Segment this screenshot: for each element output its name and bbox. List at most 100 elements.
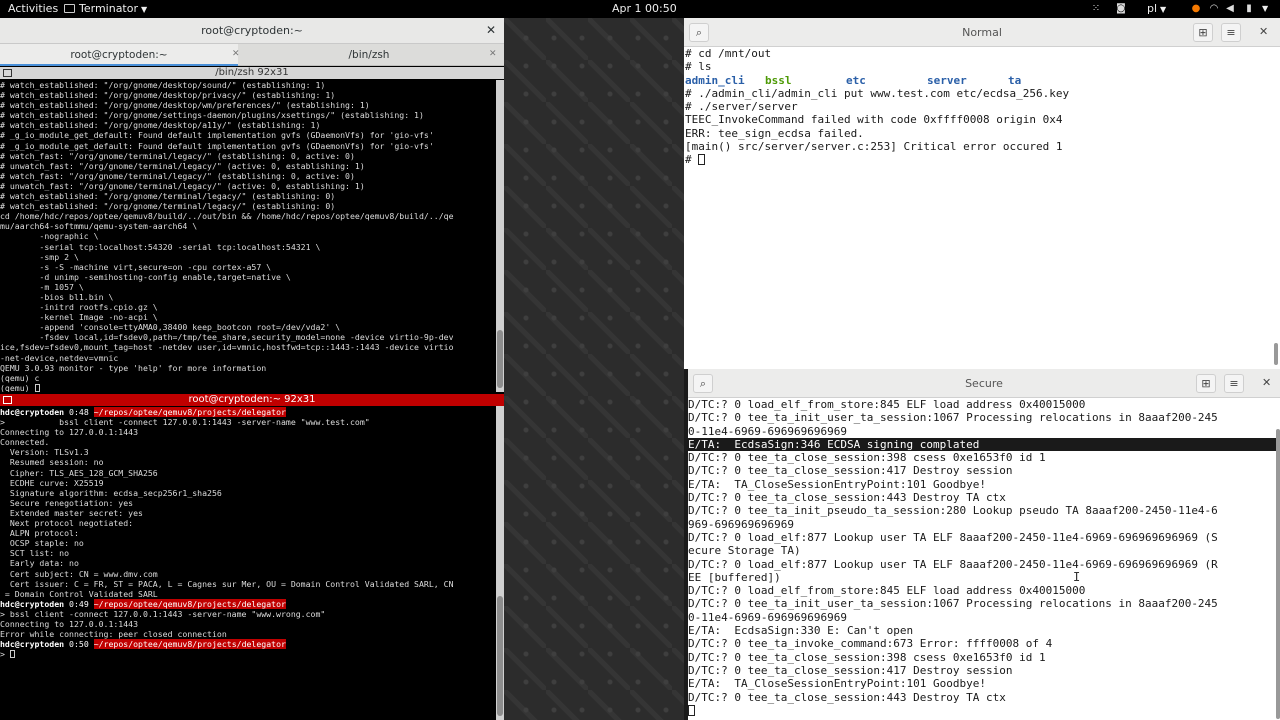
hamburger-menu-icon[interactable]: ≡	[1221, 23, 1241, 42]
terminal-line: Connected.	[0, 437, 50, 448]
window-header[interactable]: ⌕ Normal ⊞ ≡ ✕	[684, 18, 1280, 47]
terminal-pane-qemu[interactable]: # watch_established: "/org/gnome/desktop…	[0, 80, 496, 392]
prompt-symbol: #	[685, 153, 699, 167]
terminal-line: # watch_established: "/org/gnome/termina…	[0, 201, 336, 212]
terminal-line: # unwatch_fast: "/org/gnome/terminal/leg…	[0, 160, 365, 171]
terminal-line: Secure renegotiation: yes	[0, 497, 134, 508]
terminal-line: QEMU 3.0.93 monitor - type 'help' for mo…	[0, 362, 267, 373]
prompt-path: ~/repos/optee/qemuv8/projects/delegator	[93, 598, 286, 609]
keyboard-layout-indicator[interactable]: pl ▼	[1147, 2, 1166, 15]
terminal-line: mu/aarch64-softmmu/qemu-system-aarch64 \	[0, 221, 198, 232]
terminal-line: # ./server/server	[685, 100, 798, 114]
terminal-line: Cert issuer: C = FR, ST = PACA, L = Cagn…	[0, 578, 454, 589]
chevron-down-icon: ▼	[1160, 5, 1167, 14]
clock[interactable]: Apr 1 00:50	[612, 2, 677, 15]
terminal-line: [main() src/server/server.c:253] Critica…	[685, 140, 1063, 154]
log-line: D/TC:? 0 tee_ta_init_pseudo_ta_session:2…	[688, 504, 1218, 518]
terminal-line: Next protocol negotiated:	[0, 518, 134, 529]
terminal-line: Signature algorithm: ecdsa_secp256r1_sha…	[0, 487, 222, 498]
scrollbar-thumb[interactable]	[497, 330, 503, 388]
top-bar: Activities Terminator ▼ Apr 1 00:50 ⁙ ◙ p…	[0, 0, 1280, 18]
terminal-line: -initrd rootfs.cpio.gz \	[0, 302, 158, 313]
volume-icon[interactable]: ◀	[1224, 3, 1236, 15]
terminal-line: -net-device,netdev=vmnic	[0, 352, 119, 363]
tab-bar: root@cryptoden:~ ✕ /bin/zsh ✕	[0, 44, 504, 66]
ls-item: ta	[1008, 73, 1022, 87]
log-line: E/TA: EcdsaSign:330 E: Can't open	[688, 624, 914, 638]
terminal-output[interactable]: # cd /mnt/out # ls admin_cli bssl etc serve…	[684, 47, 1274, 367]
activities-button[interactable]: Activities	[8, 2, 58, 15]
terminal-output[interactable]: D/TC:? 0 load_elf_from_store:845 ELF loa…	[688, 398, 1276, 720]
pane-header-active[interactable]: root@cryptoden:~ 92x31	[0, 394, 504, 406]
terminal-line: (qemu)	[0, 383, 496, 392]
log-line: 969-696969696969	[688, 517, 794, 531]
ls-output: admin_cli bssl etc server ta	[685, 74, 1274, 87]
close-icon[interactable]: ✕	[1262, 376, 1271, 389]
terminal-line: -fsdev local,id=fsdev0,path=/tmp/tee_sha…	[0, 332, 454, 343]
tab-label: /bin/zsh	[348, 49, 390, 61]
tab-zsh[interactable]: /bin/zsh	[244, 44, 494, 66]
terminal-line: ALPN protocol:	[0, 528, 79, 539]
window-titlebar[interactable]: root@cryptoden:~ ✕	[0, 18, 504, 44]
scrollbar[interactable]	[1274, 343, 1278, 365]
pane-grip-icon[interactable]	[3, 396, 12, 404]
terminal-line: OCSP staple: no	[0, 538, 84, 549]
terminal-line: SCT list: no	[0, 548, 70, 559]
battery-icon[interactable]: ▮	[1243, 3, 1255, 15]
command-line: # ls	[685, 60, 712, 74]
log-line: 0-11e4-6969-696969696969	[688, 424, 847, 438]
prompt-user: hdc@cryptoden	[0, 639, 65, 650]
prompt-path: ~/repos/optee/qemuv8/projects/delegator	[93, 407, 286, 417]
scrollbar[interactable]	[496, 80, 504, 392]
command-line: >	[0, 649, 496, 659]
pane-header[interactable]: /bin/zsh 92x31	[0, 67, 504, 79]
terminal-line: ERR: tee_sign_ecdsa failed.	[685, 126, 864, 140]
wifi-icon[interactable]: ◠	[1208, 3, 1220, 15]
close-icon[interactable]: ✕	[486, 23, 496, 37]
camera-icon[interactable]: ◙	[1115, 3, 1127, 15]
pane-grip-icon[interactable]	[3, 69, 12, 77]
window-title: Secure	[965, 377, 1003, 390]
tab-close-icon[interactable]: ✕	[232, 49, 240, 59]
scrollbar[interactable]	[496, 406, 504, 720]
close-icon[interactable]: ✕	[1259, 25, 1268, 38]
pane-header-label: root@cryptoden:~ 92x31	[188, 394, 316, 405]
terminal-line: ECDHE curve: X25519	[0, 477, 104, 488]
window-header[interactable]: ⌕ Secure ⊞ ≡ ✕	[688, 369, 1280, 398]
terminal-line: TEEC_InvokeCommand failed with code 0xff…	[685, 113, 1063, 127]
system-menu-chevron-icon[interactable]: ▼	[1262, 4, 1268, 13]
terminal-line: -smp 2 \	[0, 251, 79, 262]
scrollbar-thumb[interactable]	[497, 596, 503, 716]
hamburger-menu-icon[interactable]: ≡	[1224, 374, 1244, 393]
log-line: D/TC:? 0 load_elf_from_store:845 ELF loa…	[688, 584, 1086, 598]
keyboard-layout-label: pl	[1147, 2, 1158, 15]
new-tab-icon[interactable]: ⊞	[1193, 23, 1213, 42]
terminal-line: -nographic \	[0, 231, 99, 242]
terminal-line: ice,fsdev=fsdev0,mount_tag=host -netdev …	[0, 342, 454, 353]
new-tab-icon[interactable]: ⊞	[1196, 374, 1216, 393]
terminal-line: # _g_io_module_get_default: Found defaul…	[0, 140, 434, 151]
log-line: D/TC:? 0 tee_ta_invoke_command:673 Error…	[688, 637, 1053, 651]
tab-close-icon[interactable]: ✕	[489, 49, 497, 59]
desktop-wallpaper	[504, 18, 684, 720]
app-menu[interactable]: Terminator ▼	[64, 2, 147, 15]
terminal-pane-bssl[interactable]: hdc@cryptoden 0:48 ~/repos/optee/qemuv8/…	[0, 406, 496, 720]
terminal-cursor	[688, 704, 695, 716]
terminal-line: # unwatch_fast: "/org/gnome/terminal/leg…	[0, 180, 365, 191]
terminal-app-icon	[64, 4, 75, 13]
log-line: D/TC:? 0 load_elf:877 Lookup user TA ELF…	[688, 557, 1218, 571]
prompt-line: hdc@cryptoden 0:49 ~/repos/optee/qemuv8/…	[0, 598, 496, 609]
prompt-line: hdc@cryptoden 0:48 ~/repos/optee/qemuv8/…	[0, 407, 496, 417]
terminal-line: = Domain Control Validated SARL	[0, 588, 158, 599]
apps-grid-icon[interactable]: ⁙	[1090, 3, 1102, 15]
terminal-line: -s -S -machine virt,secure=on -cpu corte…	[0, 261, 272, 272]
terminal-line: (qemu) c	[0, 372, 40, 383]
log-line: D/TC:? 0 tee_ta_init_user_ta_session:106…	[688, 597, 1218, 611]
prompt-time: 0:49	[69, 598, 89, 609]
chevron-down-icon: ▼	[141, 5, 148, 14]
scrollbar[interactable]	[1276, 429, 1280, 719]
log-line-selected: E/TA: EcdsaSign:346 ECDSA signing compla…	[688, 437, 1276, 452]
terminal-line: # watch_established: "/org/gnome/desktop…	[0, 90, 336, 101]
prompt-time: 0:50	[69, 639, 89, 650]
tab-root[interactable]: root@cryptoden:~	[0, 44, 238, 66]
